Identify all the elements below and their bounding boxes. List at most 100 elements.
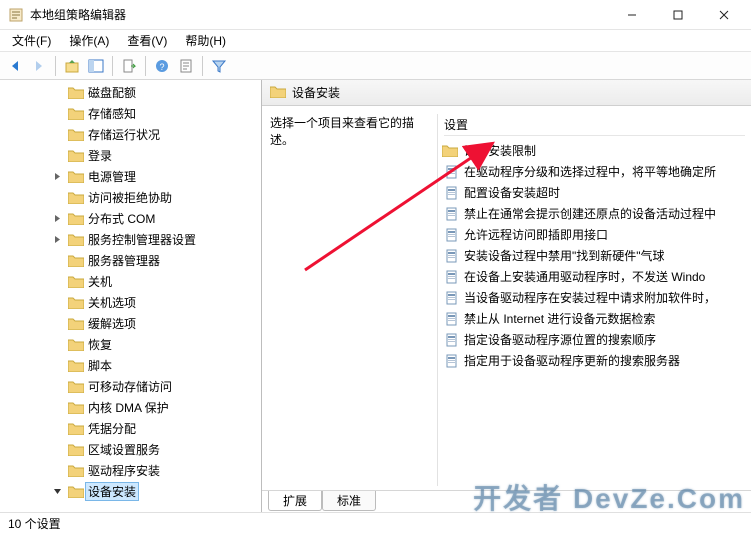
tree-item-label: 存储感知 [88,105,136,122]
menu-help[interactable]: 帮助(H) [177,30,234,51]
tree-item-label: 关机选项 [88,294,136,311]
tree-item-label: 电源管理 [88,168,136,185]
tree-item[interactable]: 关机 [0,271,261,292]
pane-header: 设备安装 [262,80,751,106]
close-button[interactable] [701,0,747,30]
window-title: 本地组策略编辑器 [30,6,609,23]
setting-policy[interactable]: 安装设备过程中禁用"找到新硬件"气球 [444,245,745,266]
toolbar-separator [112,56,113,76]
tree-item[interactable]: 登录 [0,145,261,166]
policy-icon [444,312,460,326]
tree-item-label: 凭据分配 [88,420,136,437]
setting-policy[interactable]: 指定用于设备驱动程序更新的搜索服务器 [444,350,745,371]
pane-title: 设备安装 [292,84,340,101]
setting-policy[interactable]: 允许远程访问即插即用接口 [444,224,745,245]
tree-item[interactable]: 服务器管理器 [0,250,261,271]
back-button[interactable] [4,55,26,77]
setting-label: 在驱动程序分级和选择过程中，将平等地确定所 [464,163,716,180]
statusbar: 10 个设置 [0,512,751,534]
tree-item[interactable]: 缓解选项 [0,313,261,334]
setting-policy[interactable]: 在驱动程序分级和选择过程中，将平等地确定所 [444,161,745,182]
toolbar-separator [202,56,203,76]
chevron-right-icon[interactable] [50,212,64,226]
setting-label: 安装设备过程中禁用"找到新硬件"气球 [464,247,665,264]
help-button[interactable]: ? [151,55,173,77]
menubar: 文件(F) 操作(A) 查看(V) 帮助(H) [0,30,751,52]
tree-pane[interactable]: 磁盘配额存储感知存储运行状况登录电源管理访问被拒绝协助分布式 COM 服务控制管理… [0,80,262,512]
chevron-right-icon[interactable] [50,233,64,247]
chevron-right-icon[interactable] [50,485,64,499]
properties-button[interactable] [175,55,197,77]
up-button[interactable] [61,55,83,77]
tree-item[interactable]: 可移动存储访问 [0,376,261,397]
tree-item-label: 恢复 [88,336,112,353]
tree-item[interactable]: 凭据分配 [0,418,261,439]
policy-icon [444,249,460,263]
status-text: 10 个设置 [8,515,61,532]
minimize-button[interactable] [609,0,655,30]
svg-text:?: ? [159,62,164,72]
description-placeholder: 选择一个项目来查看它的描述。 [270,114,429,148]
tree-item-label: 分布式 COM [88,210,155,227]
tree-item-label: 缓解选项 [88,315,136,332]
settings-column: 设置 设备安装限制在驱动程序分级和选择过程中，将平等地确定所配置设备安装超时禁止… [438,114,745,486]
tree-item[interactable]: 磁盘配额 [0,82,261,103]
tree-item-label: 可移动存储访问 [88,378,172,395]
tree-item[interactable]: 存储感知 [0,103,261,124]
tree-item[interactable]: 设备安装 [0,481,261,502]
setting-policy[interactable]: 配置设备安装超时 [444,182,745,203]
setting-label: 禁止在通常会提示创建还原点的设备活动过程中 [464,205,716,222]
tree-item[interactable]: 分布式 COM [0,208,261,229]
tab-standard[interactable]: 标准 [322,491,376,511]
tree-item[interactable]: 内核 DMA 保护 [0,397,261,418]
filter-button[interactable] [208,55,230,77]
settings-column-header[interactable]: 设置 [444,114,745,136]
maximize-button[interactable] [655,0,701,30]
setting-policy[interactable]: 指定设备驱动程序源位置的搜索顺序 [444,329,745,350]
setting-policy[interactable]: 当设备驱动程序在安装过程中请求附加软件时， [444,287,745,308]
policy-icon [444,333,460,347]
tree-item-label: 登录 [88,147,112,164]
setting-folder[interactable]: 设备安装限制 [444,140,745,161]
setting-label: 禁止从 Internet 进行设备元数据检索 [464,310,655,327]
tree-item-label: 服务器管理器 [88,252,160,269]
toolbar-separator [55,56,56,76]
tree-item-label: 区域设置服务 [88,441,160,458]
tree-item[interactable]: 存储运行状况 [0,124,261,145]
tree-item[interactable]: 驱动程序安装 [0,460,261,481]
description-column: 选择一个项目来查看它的描述。 [270,114,438,486]
tree-item[interactable]: 关机选项 [0,292,261,313]
tree-item[interactable]: 访问被拒绝协助 [0,187,261,208]
tab-extended[interactable]: 扩展 [268,491,322,511]
setting-policy[interactable]: 禁止在通常会提示创建还原点的设备活动过程中 [444,203,745,224]
show-hide-tree-button[interactable] [85,55,107,77]
tree-item[interactable]: 电源管理 [0,166,261,187]
policy-icon [444,186,460,200]
setting-policy[interactable]: 在设备上安装通用驱动程序时，不发送 Windo [444,266,745,287]
tree-item-label: 设备安装 [85,482,139,501]
tree-item[interactable]: 服务控制管理器设置 [0,229,261,250]
policy-icon [444,228,460,242]
tree-item-label: 存储运行状况 [88,126,160,143]
tree-item-label: 访问被拒绝协助 [88,189,172,206]
pane-body: 选择一个项目来查看它的描述。 设置 设备安装限制在驱动程序分级和选择过程中，将平… [262,106,751,490]
app-icon [8,7,24,23]
policy-icon [444,354,460,368]
tree-item-label: 关机 [88,273,112,290]
menu-view[interactable]: 查看(V) [119,30,175,51]
setting-policy[interactable]: 禁止从 Internet 进行设备元数据检索 [444,308,745,329]
tree-item-label: 内核 DMA 保护 [88,399,169,416]
tree-item[interactable]: 恢复 [0,334,261,355]
menu-action[interactable]: 操作(A) [61,30,117,51]
forward-button[interactable] [28,55,50,77]
tree-item[interactable]: 脚本 [0,355,261,376]
setting-label: 配置设备安装超时 [464,184,560,201]
tree-item[interactable]: 区域设置服务 [0,439,261,460]
chevron-right-icon[interactable] [50,170,64,184]
export-button[interactable] [118,55,140,77]
tab-strip: 扩展 标准 [262,490,751,512]
setting-label: 在设备上安装通用驱动程序时，不发送 Windo [464,268,705,285]
menu-file[interactable]: 文件(F) [4,30,59,51]
tree-item-label: 驱动程序安装 [88,462,160,479]
toolbar-separator [145,56,146,76]
